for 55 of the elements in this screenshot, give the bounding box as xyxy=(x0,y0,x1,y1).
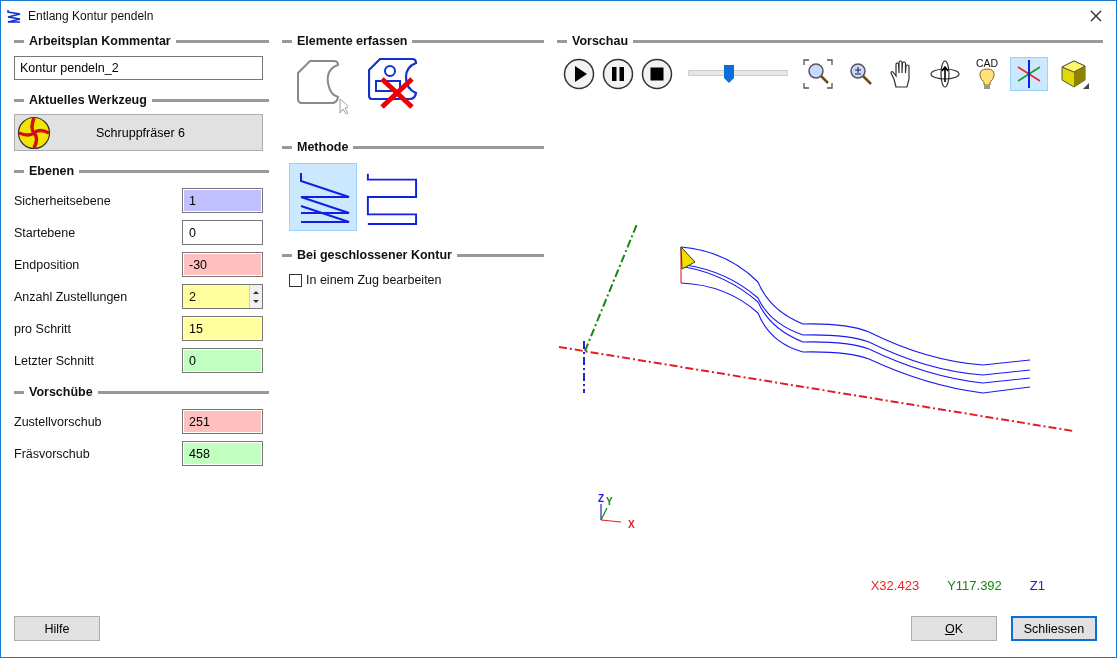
tool-button[interactable]: Schruppfräser 6 xyxy=(14,114,263,151)
coordinate-readout: Y117.392 xyxy=(947,578,1002,595)
select-contour-icon[interactable] xyxy=(296,57,348,117)
section-title: Elemente erfassen xyxy=(297,34,408,48)
window-title: Entlang Kontur pendeln xyxy=(28,9,155,23)
zoom-fit-icon xyxy=(802,58,834,90)
section-title: Methode xyxy=(297,140,349,154)
tool-position-marker xyxy=(680,246,696,270)
play-icon[interactable] xyxy=(563,58,595,90)
ok-button[interactable]: OK xyxy=(911,616,997,641)
checkbox[interactable] xyxy=(289,273,302,287)
input-field[interactable]: 1 xyxy=(182,188,263,213)
comment-field[interactable]: Kontur pendeln_2 xyxy=(14,56,263,80)
input-field[interactable]: 0 xyxy=(182,348,263,373)
field-label: Letzter Schnitt xyxy=(14,353,94,368)
slider-thumb[interactable] xyxy=(723,64,735,84)
zigzag-icon xyxy=(7,9,21,23)
pause-icon[interactable] xyxy=(602,58,634,90)
field-label: Anzahl Zustellungen xyxy=(14,289,128,304)
help-button[interactable]: Hilfe xyxy=(14,616,100,641)
input-field[interactable]: 251 xyxy=(182,409,263,434)
section-title: Aktuelles Werkzeug xyxy=(29,93,147,107)
stop-icon[interactable] xyxy=(641,58,673,90)
section-title: Bei geschlossener Kontur xyxy=(297,248,452,262)
section-title: Arbeitsplan Kommentar xyxy=(29,34,171,48)
close-button[interactable]: Schliessen xyxy=(1011,616,1097,641)
field-label: Startebene xyxy=(14,225,76,240)
close-icon[interactable] xyxy=(1090,10,1102,22)
cutter-icon xyxy=(17,115,51,150)
input-field[interactable]: 15 xyxy=(182,316,263,341)
checkbox-option[interactable]: In einem Zug bearbeiten xyxy=(289,273,544,287)
speed-slider[interactable] xyxy=(688,64,788,84)
axes-icon xyxy=(1015,59,1043,89)
input-field[interactable]: 458 xyxy=(182,441,263,466)
axis-label: X xyxy=(628,520,635,530)
rotate-icon xyxy=(929,58,961,90)
field-label: Fräsvorschub xyxy=(14,446,90,461)
axis-label: Z xyxy=(598,494,605,504)
axes-button[interactable] xyxy=(1010,57,1048,91)
section-title: Vorschau xyxy=(572,34,629,48)
coordinate-readout: X32.423 xyxy=(870,578,920,595)
field-label: Endposition xyxy=(14,257,80,272)
z-axis-line xyxy=(583,340,585,394)
field-label: Sicherheitsebene xyxy=(14,193,111,208)
axis-label: Y xyxy=(606,497,613,507)
zigzag-method-option[interactable] xyxy=(289,163,357,231)
field-label: pro Schritt xyxy=(14,321,71,336)
coordinate-readout: Z1 xyxy=(1029,578,1045,595)
cube-icon xyxy=(1058,58,1090,90)
section-title: Vorschübe xyxy=(29,385,93,399)
input-field[interactable]: 0 xyxy=(182,220,263,245)
field-label: Zustellvorschub xyxy=(14,414,102,429)
section-title: Ebenen xyxy=(29,164,75,178)
spinner-field[interactable]: 2 xyxy=(182,284,263,309)
input-field[interactable]: -30 xyxy=(182,252,263,277)
